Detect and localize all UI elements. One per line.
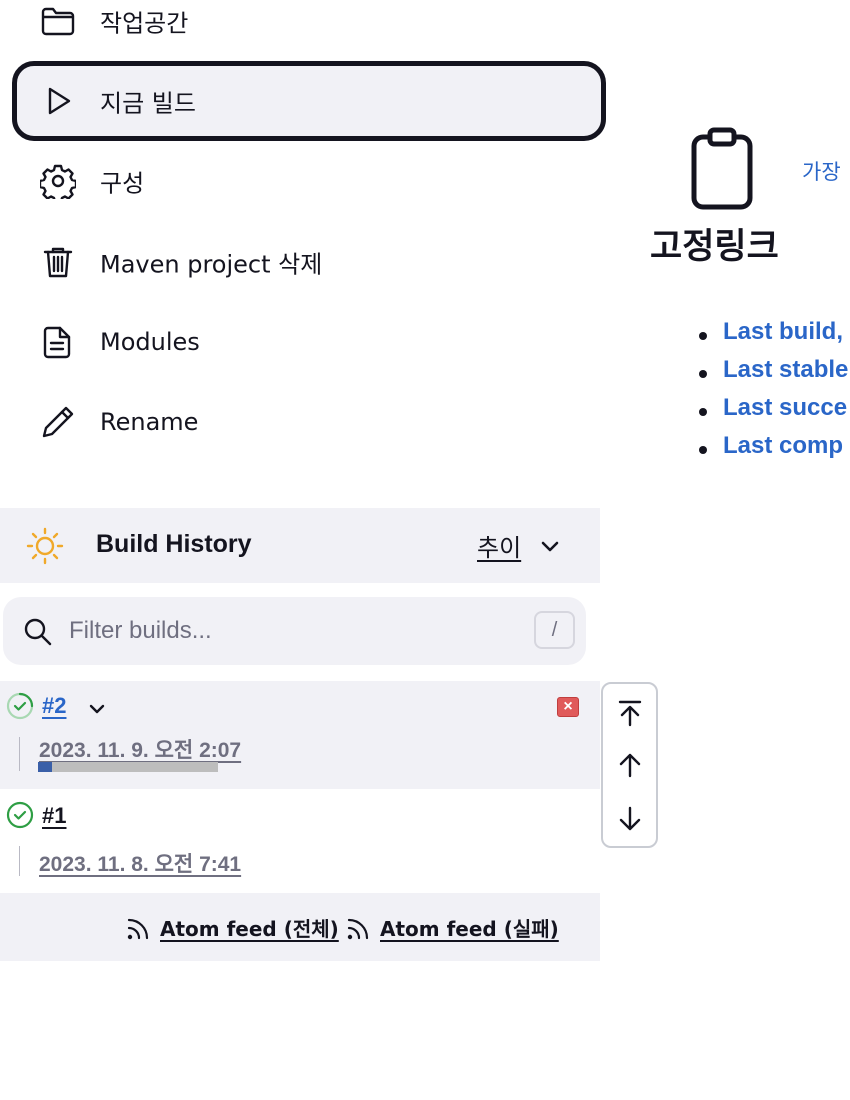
sidebar-item-rename[interactable]: Rename [12, 382, 606, 462]
sidebar-item-modules[interactable]: Modules [12, 302, 606, 382]
chevron-down-icon[interactable] [538, 534, 562, 558]
sidebar-item-workspace[interactable]: 작업공간 [12, 0, 606, 61]
sidebar-item-label: 지금 빌드 [100, 89, 196, 118]
build-number-link[interactable]: #1 [42, 803, 66, 829]
keyboard-shortcut-hint: / [534, 611, 575, 649]
atom-feed-all-link[interactable]: Atom feed (전체) [126, 913, 339, 942]
pencil-icon [40, 404, 76, 440]
trash-icon [40, 244, 76, 280]
atom-feed-failures-label: Atom feed (실패) [380, 917, 559, 941]
search-icon [24, 618, 52, 646]
build-progress-fill [38, 762, 53, 772]
permalinks-title: 고정링크 [650, 227, 779, 267]
sidebar-item-configure[interactable]: 구성 [12, 141, 606, 221]
chevron-down-icon[interactable] [86, 698, 108, 720]
cancel-build-button[interactable]: × [557, 697, 579, 717]
permalinks-list: Last build, Last stable Last succe Last … [697, 318, 850, 470]
sun-weather-icon [26, 527, 64, 565]
build-date-link[interactable]: 2023. 11. 8. 오전 7:41 [39, 848, 241, 878]
arrow-up-icon [619, 753, 640, 778]
timeline-line [19, 846, 20, 876]
document-icon [40, 324, 76, 360]
clipboard-icon [691, 127, 753, 210]
page: 작업공간 지금 빌드 구성 Maven project 삭제 Modules R… [0, 0, 850, 1100]
arrow-to-top-icon [618, 700, 641, 727]
timeline-line [19, 737, 20, 771]
build-number-link[interactable]: #2 [42, 693, 66, 719]
permalink-last-build[interactable]: Last build, [723, 318, 843, 345]
filter-builds-input[interactable] [69, 611, 509, 651]
recent-changes-link[interactable]: 가장 [802, 156, 841, 186]
build-history-title: Build History [96, 530, 252, 558]
arrow-down-icon [619, 806, 640, 831]
build-date-link[interactable]: 2023. 11. 9. 오전 2:07 [39, 734, 241, 764]
trend-link[interactable]: 추이 [477, 528, 521, 563]
list-item: Last succe [697, 394, 850, 432]
rss-icon [347, 918, 369, 939]
atom-feed-failures-link[interactable]: Atom feed (실패) [346, 913, 559, 942]
sidebar-item-delete-project[interactable]: Maven project 삭제 [12, 222, 606, 302]
list-item: Last stable [697, 356, 850, 394]
scroll-up-button[interactable] [603, 738, 656, 792]
sidebar-item-build-now[interactable]: 지금 빌드 [12, 61, 606, 141]
atom-feed-all-label: Atom feed (전체) [160, 917, 339, 941]
build-row: #1 2023. 11. 8. 오전 7:41 [0, 789, 600, 893]
build-progress-bar[interactable] [38, 762, 218, 772]
success-status-icon [6, 692, 34, 720]
sidebar-item-label: Maven project 삭제 [100, 250, 323, 279]
permalink-last-successful[interactable]: Last succe [723, 394, 847, 421]
folder-icon [40, 3, 76, 39]
build-row: #2 × 2023. 11. 9. 오전 2:07 [0, 681, 600, 789]
play-icon [40, 83, 76, 119]
filter-builds-box: / [3, 597, 586, 665]
list-item: Last comp [697, 432, 850, 470]
build-history-header: Build History 추이 [0, 508, 600, 583]
feed-bar: Atom feed (전체) Atom feed (실패) [0, 893, 600, 961]
close-icon: × [563, 698, 573, 715]
success-status-icon [6, 801, 34, 829]
permalink-last-completed[interactable]: Last comp [723, 432, 843, 459]
sidebar-item-label: Modules [100, 328, 200, 356]
gear-icon [40, 163, 76, 199]
permalink-last-stable[interactable]: Last stable [723, 356, 848, 383]
rss-icon [127, 918, 149, 939]
sidebar-item-label: Rename [100, 408, 199, 436]
scroll-controls [601, 682, 658, 848]
list-item: Last build, [697, 318, 850, 356]
scroll-to-top-button[interactable] [603, 686, 656, 740]
scroll-down-button[interactable] [603, 792, 656, 846]
sidebar-item-label: 구성 [100, 169, 145, 198]
sidebar-item-label: 작업공간 [100, 9, 189, 38]
